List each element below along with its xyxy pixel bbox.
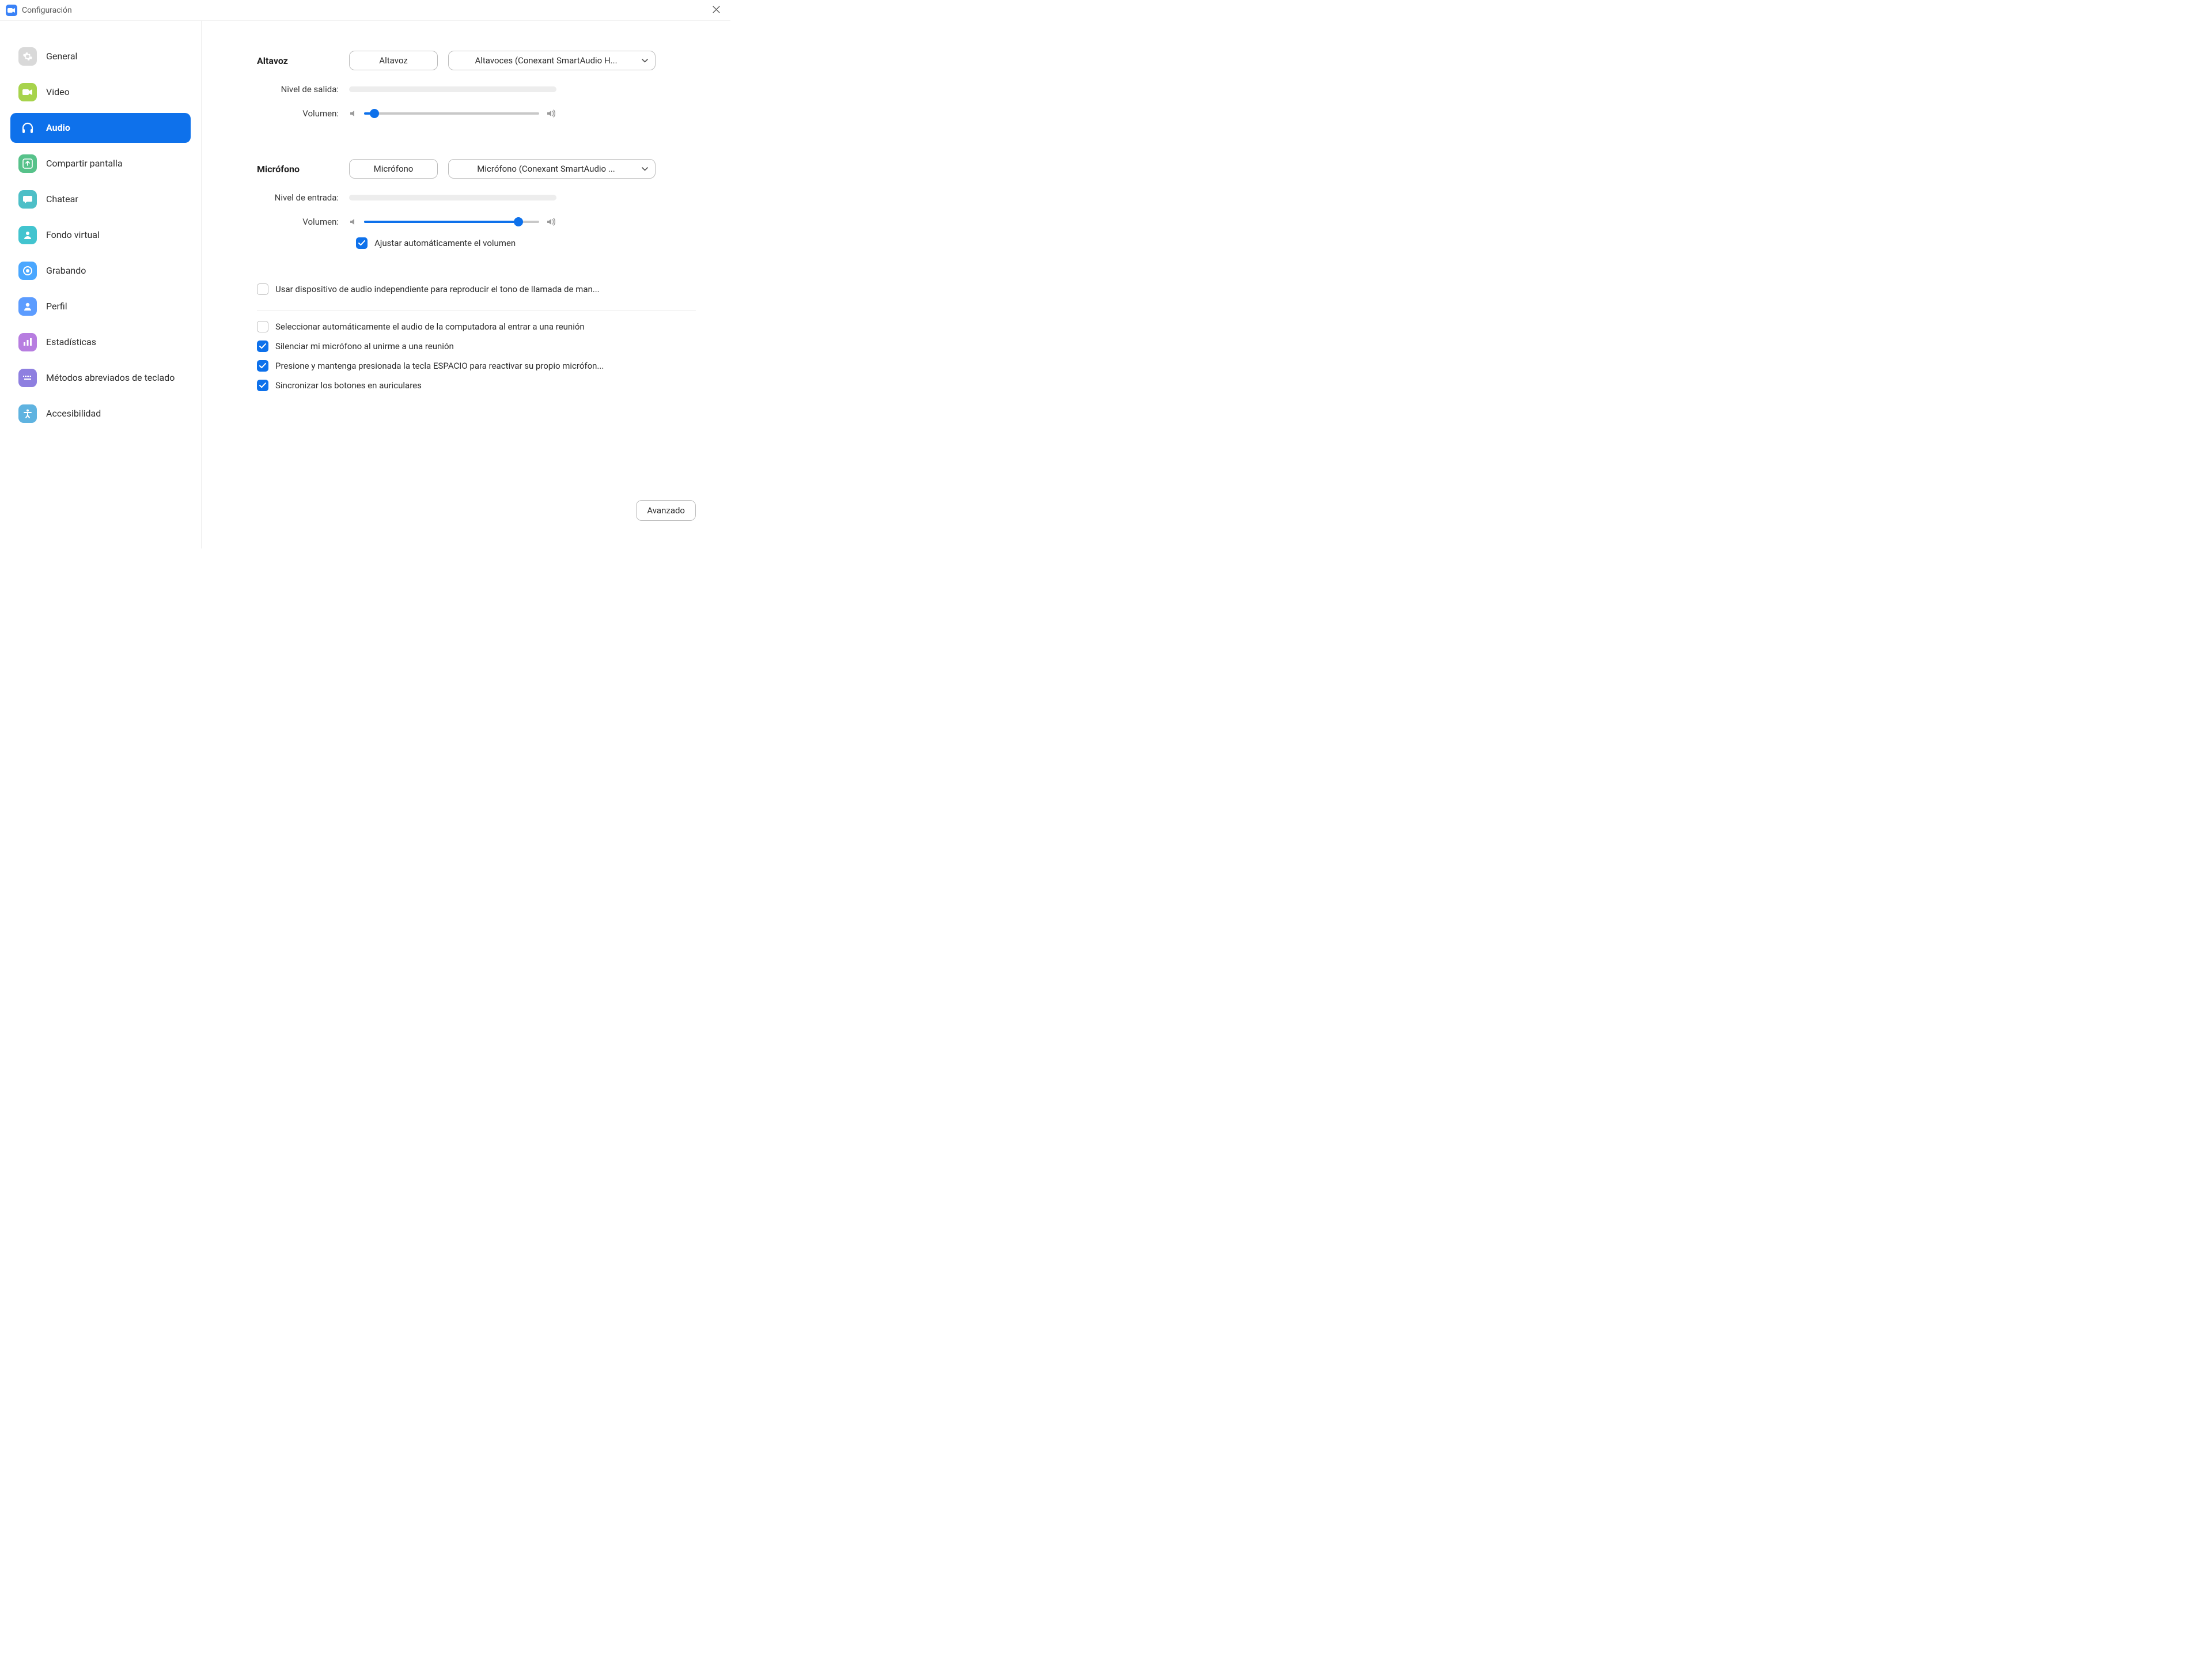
mute-on-join-checkbox[interactable] bbox=[257, 340, 268, 352]
video-icon bbox=[18, 83, 37, 101]
chat-icon bbox=[18, 190, 37, 209]
sidebar-item-statistics[interactable]: Estadísticas bbox=[10, 327, 191, 357]
speaker-heading: Altavoz bbox=[257, 55, 349, 66]
auto-join-audio-label: Seleccionar automáticamente el audio de … bbox=[275, 321, 585, 332]
chevron-down-icon bbox=[642, 56, 648, 65]
sidebar-item-virtual-bg[interactable]: Fondo virtual bbox=[10, 220, 191, 250]
microphone-device-selected: Micrófono (Conexant SmartAudio ... bbox=[477, 164, 615, 174]
speaker-output-level-meter bbox=[349, 86, 556, 92]
sidebar-item-label: Compartir pantalla bbox=[46, 158, 123, 170]
sync-headset-label: Sincronizar los botones en auriculares bbox=[275, 380, 422, 391]
sidebar-item-label: Estadísticas bbox=[46, 336, 96, 349]
sidebar-item-shortcuts[interactable]: Métodos abreviados de teclado bbox=[10, 363, 191, 393]
sidebar-item-video[interactable]: Video bbox=[10, 77, 191, 107]
sidebar-item-label: Accesibilidad bbox=[46, 408, 101, 420]
speaker-device-selected: Altavoces (Conexant SmartAudio H... bbox=[475, 55, 617, 66]
advanced-button[interactable]: Avanzado bbox=[636, 500, 696, 521]
input-level-label: Nivel de entrada: bbox=[257, 192, 349, 203]
auto-adjust-volume-row: Ajustar automáticamente el volumen bbox=[356, 237, 696, 249]
window-title: Configuración bbox=[22, 6, 72, 15]
sidebar-item-recording[interactable]: Grabando bbox=[10, 256, 191, 286]
separate-ringtone-label: Usar dispositivo de audio independiente … bbox=[275, 284, 600, 294]
output-level-label: Nivel de salida: bbox=[257, 84, 349, 94]
gear-icon bbox=[18, 47, 37, 66]
sidebar-item-label: Métodos abreviados de teclado bbox=[46, 372, 175, 384]
record-icon bbox=[18, 262, 37, 280]
speaker-section: Altavoz Altavoz Altavoces (Conexant Smar… bbox=[257, 51, 696, 133]
sidebar-item-accessibility[interactable]: Accesibilidad bbox=[10, 399, 191, 429]
speaker-volume-label: Volumen: bbox=[257, 108, 349, 119]
auto-join-audio-checkbox[interactable] bbox=[257, 321, 268, 332]
divider bbox=[257, 310, 696, 311]
push-to-talk-label: Presione y mantenga presionada la tecla … bbox=[275, 361, 604, 371]
sidebar-item-general[interactable]: General bbox=[10, 41, 191, 71]
test-speaker-button[interactable]: Altavoz bbox=[349, 51, 438, 70]
sidebar-item-label: Chatear bbox=[46, 194, 78, 206]
content-panel: Altavoz Altavoz Altavoces (Conexant Smar… bbox=[202, 21, 730, 548]
test-microphone-button[interactable]: Micrófono bbox=[349, 159, 438, 179]
sync-headset-row: Sincronizar los botones en auriculares bbox=[257, 380, 696, 391]
sidebar-item-label: Perfil bbox=[46, 301, 67, 313]
sidebar-item-chat[interactable]: Chatear bbox=[10, 184, 191, 214]
chevron-down-icon bbox=[642, 165, 648, 173]
auto-join-audio-row: Seleccionar automáticamente el audio de … bbox=[257, 321, 696, 332]
volume-low-icon bbox=[349, 218, 357, 226]
sidebar-item-share[interactable]: Compartir pantalla bbox=[10, 149, 191, 179]
sidebar-item-label: Grabando bbox=[46, 265, 86, 277]
close-icon[interactable] bbox=[709, 2, 724, 18]
sidebar: General Video Audio Compartir pantalla C bbox=[0, 21, 202, 548]
headphones-icon bbox=[18, 119, 37, 137]
share-screen-icon bbox=[18, 154, 37, 173]
sync-headset-checkbox[interactable] bbox=[257, 380, 268, 391]
keyboard-icon bbox=[18, 369, 37, 387]
volume-low-icon bbox=[349, 109, 357, 118]
separate-ringtone-row: Usar dispositivo de audio independiente … bbox=[257, 283, 696, 295]
speaker-volume-slider[interactable] bbox=[364, 112, 539, 115]
volume-high-icon bbox=[546, 218, 556, 226]
sidebar-item-audio[interactable]: Audio bbox=[10, 113, 191, 143]
profile-icon bbox=[18, 297, 37, 316]
app-icon bbox=[6, 5, 17, 16]
auto-adjust-volume-checkbox[interactable] bbox=[356, 237, 368, 249]
separate-ringtone-checkbox[interactable] bbox=[257, 283, 268, 295]
microphone-heading: Micrófono bbox=[257, 164, 349, 175]
push-to-talk-row: Presione y mantenga presionada la tecla … bbox=[257, 360, 696, 372]
auto-adjust-volume-label: Ajustar automáticamente el volumen bbox=[374, 238, 516, 248]
speaker-device-dropdown[interactable]: Altavoces (Conexant SmartAudio H... bbox=[448, 51, 656, 70]
microphone-input-level-meter bbox=[349, 195, 556, 200]
stats-icon bbox=[18, 333, 37, 351]
microphone-section: Micrófono Micrófono Micrófono (Conexant … bbox=[257, 159, 696, 257]
microphone-volume-label: Volumen: bbox=[257, 217, 349, 227]
accessibility-icon bbox=[18, 404, 37, 423]
sidebar-item-label: Audio bbox=[46, 122, 70, 134]
mute-on-join-row: Silenciar mi micrófono al unirme a una r… bbox=[257, 340, 696, 352]
volume-high-icon bbox=[546, 109, 556, 118]
sidebar-item-profile[interactable]: Perfil bbox=[10, 292, 191, 321]
virtual-background-icon bbox=[18, 226, 37, 244]
sidebar-item-label: General bbox=[46, 51, 77, 63]
sidebar-item-label: Fondo virtual bbox=[46, 229, 100, 241]
microphone-device-dropdown[interactable]: Micrófono (Conexant SmartAudio ... bbox=[448, 159, 656, 179]
mute-on-join-label: Silenciar mi micrófono al unirme a una r… bbox=[275, 341, 454, 351]
push-to-talk-checkbox[interactable] bbox=[257, 360, 268, 372]
sidebar-item-label: Video bbox=[46, 86, 70, 99]
microphone-volume-slider[interactable] bbox=[364, 221, 539, 223]
titlebar: Configuración bbox=[0, 0, 730, 21]
